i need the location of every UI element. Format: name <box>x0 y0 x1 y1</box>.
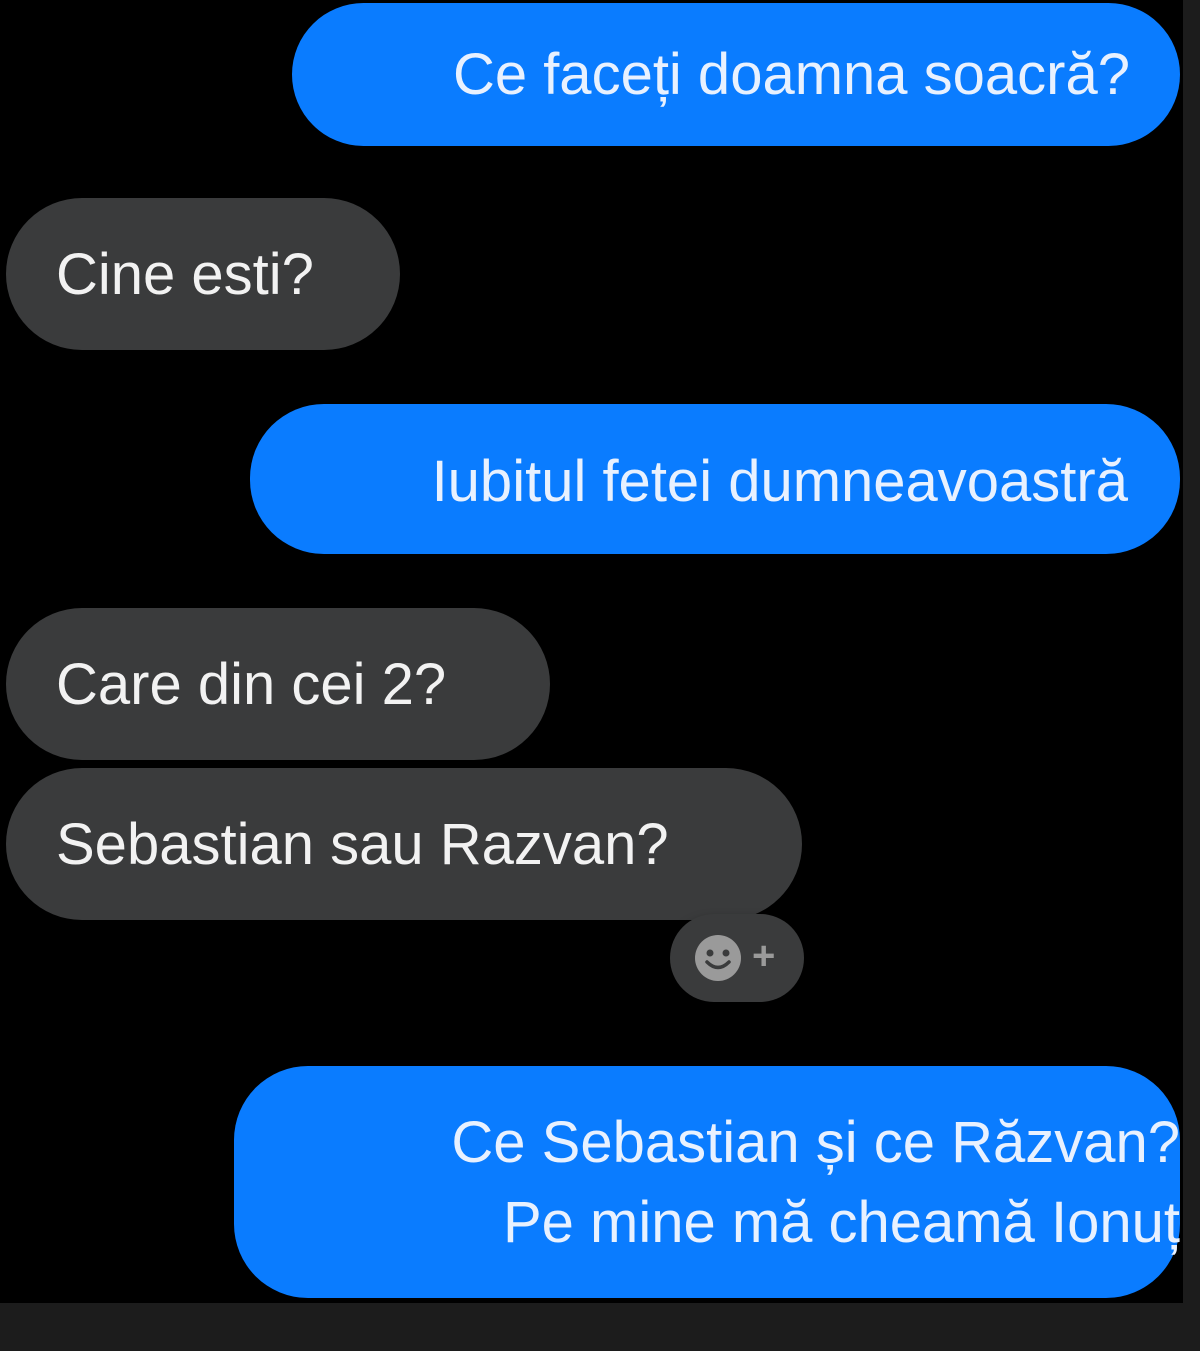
message-outgoing[interactable]: Ce faceți doamna soacră? <box>292 3 1180 146</box>
screenshot-border <box>0 1303 1200 1351</box>
message-incoming[interactable]: Sebastian sau Razvan? <box>6 768 802 920</box>
message-text: Sebastian sau Razvan? <box>56 812 669 877</box>
message-text: Iubitul fetei dumneavoastră <box>431 449 1128 514</box>
smiley-icon <box>695 935 741 981</box>
message-text: Ce faceți doamna soacră? <box>452 42 1130 107</box>
message-incoming[interactable]: Care din cei 2? <box>6 608 550 760</box>
message-incoming[interactable]: Cine esti? <box>6 198 400 350</box>
message-text-line: Ce Sebastian și ce Răzvan? <box>451 1110 1180 1175</box>
message-outgoing[interactable]: Ce Sebastian și ce Răzvan? Pe mine mă ch… <box>234 1066 1180 1298</box>
message-text: Care din cei 2? <box>56 652 447 717</box>
add-reaction-button[interactable]: + <box>670 914 804 1002</box>
plus-icon: + <box>752 934 776 978</box>
message-text: Cine esti? <box>56 242 314 307</box>
chat-screen: Ce faceți doamna soacră? Cine esti? Iubi… <box>0 0 1183 1303</box>
message-outgoing[interactable]: Iubitul fetei dumneavoastră <box>250 404 1180 554</box>
message-text-line: Pe mine mă cheamă Ionuț <box>502 1190 1180 1255</box>
screenshot-border <box>1183 0 1200 1351</box>
